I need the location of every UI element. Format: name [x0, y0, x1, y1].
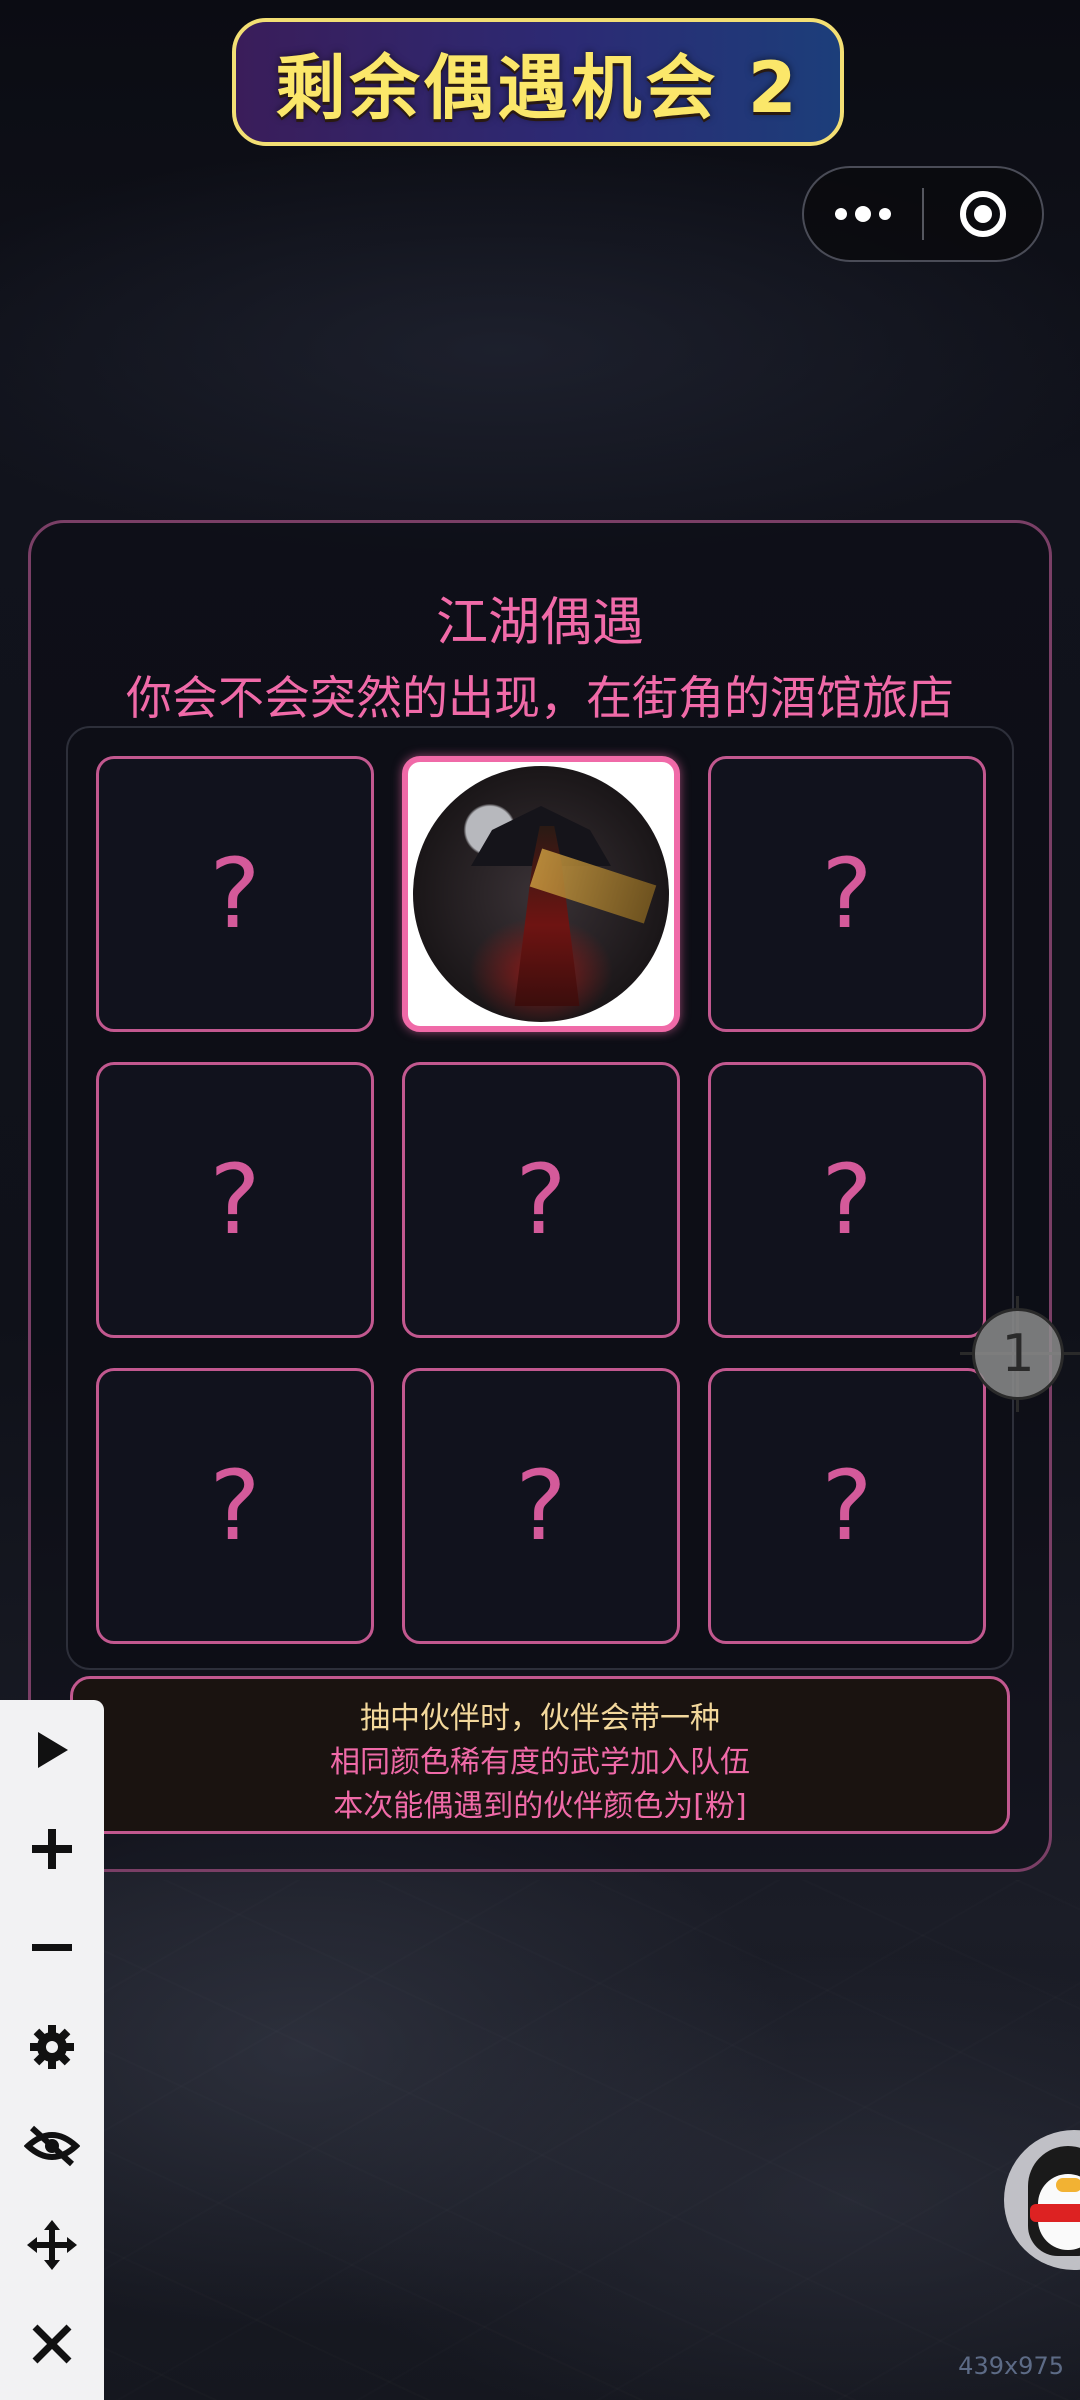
dimension-label: 439x975	[958, 2352, 1064, 2380]
title-banner: 剩余偶遇机会 2	[232, 18, 844, 146]
card-question-mark: ?	[209, 1144, 261, 1256]
card-question-mark: ?	[515, 1144, 567, 1256]
eye-off-icon	[24, 2125, 80, 2166]
info-box: 抽中伙伴时，伙伴会带一种 相同颜色稀有度的武学加入队伍 本次能偶遇到的伙伴颜色为…	[70, 1676, 1010, 1834]
card-4[interactable]: ?	[96, 1062, 374, 1338]
info-line-3: 本次能偶遇到的伙伴颜色为[粉]	[333, 1789, 747, 1824]
settings-button[interactable]	[0, 1997, 104, 2096]
more-dots-icon	[835, 206, 891, 222]
card-7[interactable]: ?	[96, 1368, 374, 1644]
card-question-mark: ?	[821, 1450, 873, 1562]
mini-program-capsule	[802, 166, 1044, 262]
side-marker[interactable]: 1	[972, 1308, 1064, 1400]
debug-toolbar	[0, 1700, 104, 2400]
play-icon	[38, 1731, 68, 1768]
play-button[interactable]	[0, 1700, 104, 1799]
card-question-mark: ?	[209, 838, 261, 950]
gear-icon	[30, 2024, 74, 2069]
card-3[interactable]: ?	[708, 756, 986, 1032]
card-8[interactable]: ?	[402, 1368, 680, 1644]
target-circle-icon	[959, 191, 1006, 237]
card-5[interactable]: ?	[402, 1062, 680, 1338]
move-button[interactable]	[0, 2195, 104, 2294]
card-question-mark: ?	[515, 1450, 567, 1562]
game-screen: 剩余偶遇机会 2 江湖偶遇 你会不会突然的出现，在街角的酒馆旅店 ? ? ? ?…	[0, 0, 1080, 2400]
stone-ground-texture	[0, 1880, 1080, 2400]
warrior-portrait	[413, 766, 669, 1022]
info-line-1: 抽中伙伴时，伙伴会带一种	[360, 1701, 720, 1736]
card-9[interactable]: ?	[708, 1368, 986, 1644]
panel-title: 江湖偶遇	[435, 593, 644, 653]
card-1[interactable]: ?	[96, 756, 374, 1032]
close-miniprogram-button[interactable]	[924, 168, 1042, 260]
card-2-revealed[interactable]	[402, 756, 680, 1032]
plus-icon	[32, 1828, 72, 1869]
card-question-mark: ?	[821, 1144, 873, 1256]
zoom-out-button[interactable]	[0, 1898, 104, 1997]
minus-icon	[32, 1943, 72, 1951]
zoom-in-button[interactable]	[0, 1799, 104, 1898]
card-question-mark: ?	[821, 838, 873, 950]
side-marker-number: 1	[1001, 1324, 1035, 1384]
card-question-mark: ?	[209, 1450, 261, 1562]
card-6[interactable]: ?	[708, 1062, 986, 1338]
remaining-chances-title: 剩余偶遇机会 2	[275, 46, 801, 129]
move-icon	[27, 2219, 77, 2270]
close-icon	[32, 2324, 72, 2363]
hide-button[interactable]	[0, 2096, 104, 2195]
close-button[interactable]	[0, 2294, 104, 2393]
panel-subtitle: 你会不会突然的出现，在街角的酒馆旅店	[126, 671, 954, 725]
more-button[interactable]	[804, 168, 922, 260]
info-line-2: 相同颜色稀有度的武学加入队伍	[330, 1745, 750, 1780]
card-grid: ? ? ? ? ? ? ? ?	[66, 726, 1014, 1670]
